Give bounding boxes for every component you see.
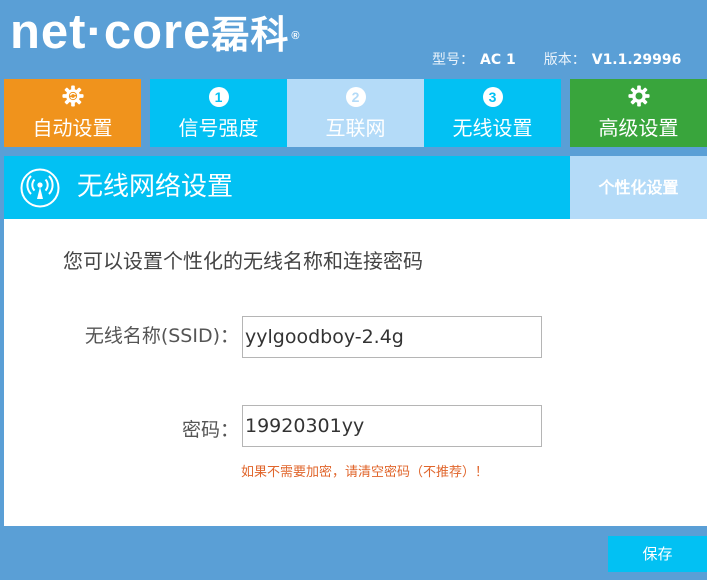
registered-mark: ® (291, 30, 301, 42)
password-hint: 如果不需要加密，请清空密码（不推荐）！ (241, 465, 489, 480)
step-number-3: 3 (482, 87, 503, 107)
ssid-label: 无线名称(SSID)： (84, 325, 239, 347)
password-label: 密码： (181, 419, 239, 441)
panel-title-bar: 无线网络设置 (4, 156, 570, 219)
save-button[interactable]: 保存 (608, 536, 707, 572)
step-number-2: 2 (345, 87, 366, 107)
logo-chinese: 磊科 (211, 13, 290, 57)
tab-auto-setup[interactable]: 自动设置 (4, 79, 141, 147)
description-text: 您可以设置个性化的无线名称和连接密码 (63, 249, 423, 273)
header: net·core磊科 ® 型号： AC 1 版本： V1.1.29996 (0, 0, 707, 78)
tab-label: 互联网 (325, 116, 386, 140)
device-info: 型号： AC 1 版本： V1.1.29996 (432, 49, 681, 69)
password-input[interactable] (242, 405, 542, 447)
wireless-signal-icon (20, 168, 60, 208)
gear-icon (627, 85, 650, 107)
model-label: 型号： (432, 52, 474, 68)
logo-text: net·core (10, 5, 212, 59)
step-tabs: 自动设置 1 信号强度 2 互联网 3 无线设置 高级设置 (0, 79, 707, 147)
ssid-input[interactable] (242, 316, 542, 358)
tab-advanced-setup[interactable]: 高级设置 (570, 79, 707, 147)
tab-signal-strength[interactable]: 1 信号强度 (150, 79, 287, 147)
step-number-1: 1 (208, 87, 229, 107)
tab-label: 自动设置 (32, 116, 113, 140)
gear-icon (61, 85, 84, 107)
personalized-settings-tab[interactable]: 个性化设置 (570, 156, 707, 219)
tab-wireless-setup[interactable]: 3 无线设置 (424, 79, 561, 147)
netcore-logo: net·core磊科 ® (10, 4, 300, 63)
wireless-settings-panel: 无线网络设置 个性化设置 您可以设置个性化的无线名称和连接密码 无线名称(SSI… (4, 156, 707, 526)
version-value: V1.1.29996 (591, 52, 682, 68)
panel-title: 无线网络设置 (77, 172, 234, 202)
version-label: 版本： (543, 52, 586, 68)
tab-label: 信号强度 (178, 116, 259, 140)
model-value: AC 1 (480, 52, 516, 68)
tab-label: 无线设置 (452, 116, 533, 140)
tab-label: 高级设置 (598, 116, 679, 140)
tab-internet[interactable]: 2 互联网 (287, 79, 424, 147)
